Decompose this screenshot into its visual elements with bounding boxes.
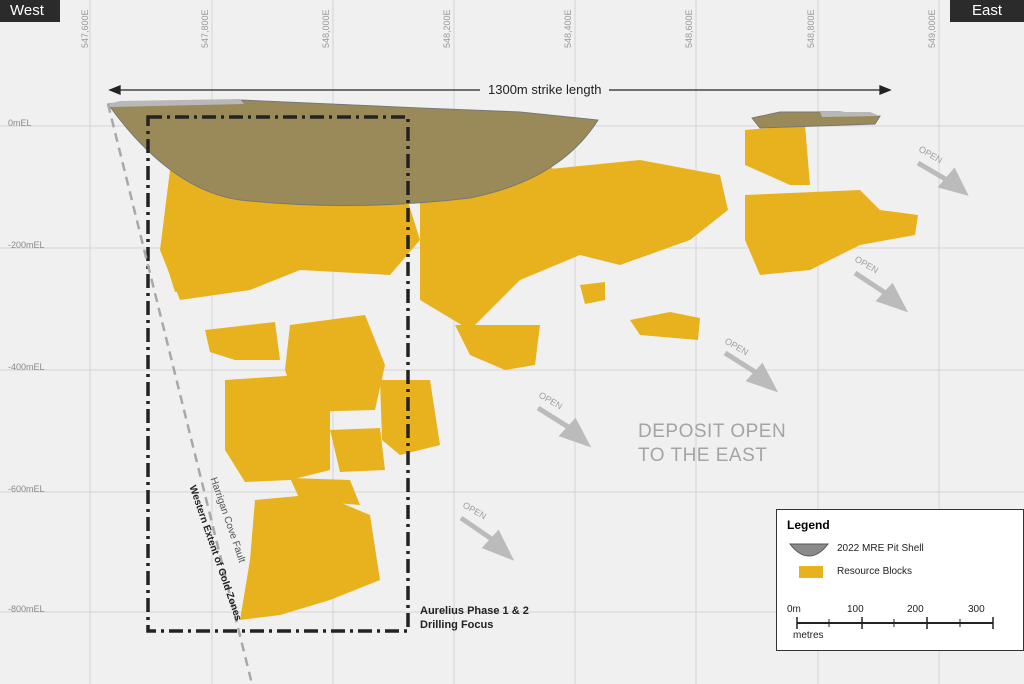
easting-label: 548,000E xyxy=(321,9,331,48)
scale-label: 100 xyxy=(847,604,864,615)
rl-label: -600mEL xyxy=(8,484,45,494)
scale-label: 0m xyxy=(787,604,801,615)
rl-label: -800mEL xyxy=(8,604,45,614)
easting-label: 548,600E xyxy=(684,9,694,48)
drilling-focus-label: Aurelius Phase 1 & 2 Drilling Focus xyxy=(420,605,529,631)
resource-block-icon xyxy=(799,566,823,578)
legend-resource-label: Resource Blocks xyxy=(837,566,913,577)
long-section-map: West East 547,600E 547,800E 548,000E 548… xyxy=(0,0,1024,684)
west-label: West xyxy=(0,0,60,22)
rl-label: -400mEL xyxy=(8,362,45,372)
scale-unit-label: metres xyxy=(793,630,824,641)
easting-label: 548,400E xyxy=(563,9,573,48)
deposit-open-label: DEPOSIT OPEN TO THE EAST xyxy=(638,421,787,466)
scale-bar xyxy=(796,617,994,629)
scale-label: 200 xyxy=(907,604,924,615)
scale-label: 300 xyxy=(968,604,985,615)
east-label: East xyxy=(950,0,1024,22)
legend-title: Legend xyxy=(787,518,830,532)
easting-label: 549,000E xyxy=(927,9,937,48)
rl-label: -200mEL xyxy=(8,240,45,250)
strike-length-label: 1300m strike length xyxy=(480,82,610,97)
easting-label: 548,200E xyxy=(442,9,452,48)
legend-pit-shell-label: 2022 MRE Pit Shell xyxy=(837,543,924,554)
rl-label: 0mEL xyxy=(8,118,32,128)
easting-label: 547,800E xyxy=(200,9,210,48)
easting-label: 548,800E xyxy=(806,9,816,48)
legend: Legend 2022 MRE Pit Shell Resource Block… xyxy=(776,509,1024,651)
pit-shell-icon xyxy=(789,543,829,557)
easting-label: 547,600E xyxy=(80,9,90,48)
